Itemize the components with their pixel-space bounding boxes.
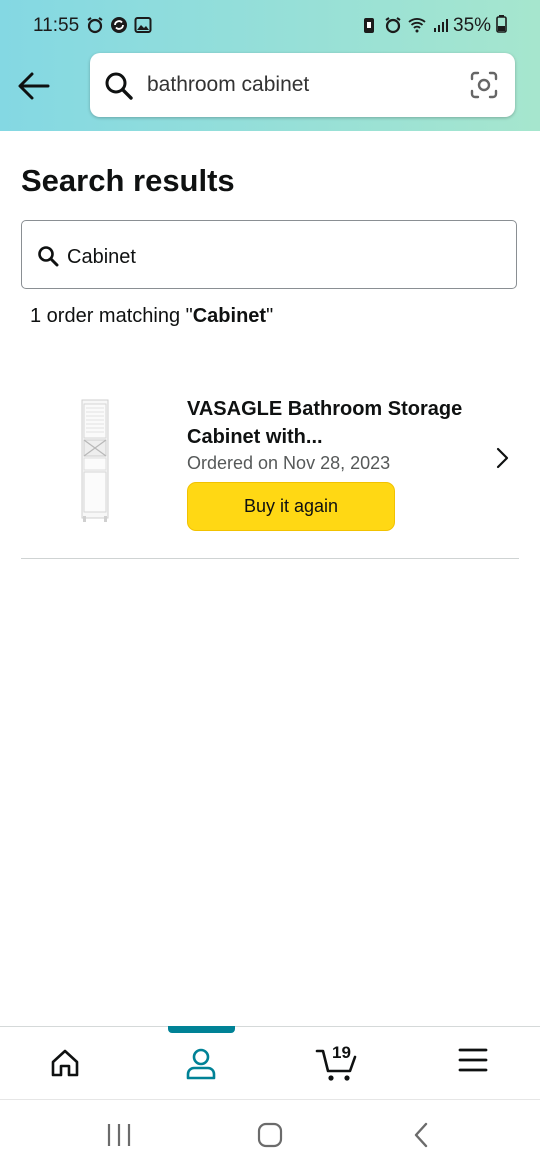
sync-app-icon bbox=[111, 17, 127, 33]
home-icon bbox=[51, 1049, 79, 1077]
wifi-icon bbox=[408, 18, 426, 33]
back-button-icon[interactable] bbox=[407, 1120, 437, 1150]
page-title: Search results bbox=[21, 163, 235, 198]
home-button-icon[interactable] bbox=[255, 1120, 285, 1150]
battery-level: 35% bbox=[453, 15, 508, 37]
order-search-field[interactable]: Cabinet bbox=[21, 220, 517, 289]
hamburger-menu-icon bbox=[458, 1048, 488, 1072]
status-notification-icons bbox=[86, 16, 152, 34]
divider bbox=[21, 558, 519, 559]
active-tab-indicator bbox=[168, 1026, 235, 1033]
match-count-text: 1 order matching "Cabinet" bbox=[30, 305, 273, 328]
product-title-line2: Cabinet with... bbox=[187, 426, 323, 448]
search-icon bbox=[105, 72, 133, 100]
nav-cart[interactable] bbox=[282, 1027, 392, 1099]
back-arrow-icon[interactable] bbox=[14, 68, 54, 104]
alarm-icon bbox=[87, 17, 103, 34]
signal-icon bbox=[434, 19, 448, 32]
match-prefix: 1 order matching " bbox=[30, 305, 193, 327]
bottom-navigation bbox=[0, 1026, 540, 1099]
recent-apps-icon[interactable] bbox=[104, 1120, 134, 1150]
search-icon bbox=[38, 246, 59, 267]
buy-it-again-button[interactable]: Buy it again bbox=[187, 482, 395, 531]
nav-menu[interactable] bbox=[418, 1027, 528, 1099]
search-bar[interactable]: bathroom cabinet bbox=[90, 53, 515, 117]
match-suffix: " bbox=[266, 305, 274, 327]
person-icon bbox=[186, 1048, 216, 1080]
product-title-line1: VASAGLE Bathroom Storage bbox=[187, 398, 463, 420]
battery-icon bbox=[496, 15, 508, 33]
nav-account[interactable] bbox=[146, 1027, 256, 1099]
image-icon bbox=[134, 17, 152, 33]
status-time: 11:55 bbox=[33, 15, 80, 36]
battery-saver-icon bbox=[364, 18, 374, 33]
status-system-icons bbox=[360, 16, 450, 34]
chevron-right-icon[interactable] bbox=[490, 446, 514, 470]
camera-search-icon[interactable] bbox=[469, 70, 499, 100]
nav-home[interactable] bbox=[10, 1027, 120, 1099]
order-list-item[interactable]: VASAGLE Bathroom Storage Cabinet with...… bbox=[0, 378, 540, 538]
cart-count-badge: 19 bbox=[332, 1043, 351, 1062]
battery-percent: 35% bbox=[453, 15, 492, 36]
order-date: Ordered on Nov 28, 2023 bbox=[187, 453, 391, 473]
status-bar: 11:55 35% bbox=[0, 0, 540, 52]
search-query[interactable]: bathroom cabinet bbox=[147, 73, 309, 97]
product-title[interactable]: VASAGLE Bathroom Storage Cabinet with... bbox=[187, 395, 487, 451]
system-navigation-bar bbox=[0, 1099, 540, 1171]
order-search-value[interactable]: Cabinet bbox=[67, 246, 136, 269]
alarm-icon bbox=[385, 17, 401, 34]
match-term: Cabinet bbox=[192, 305, 267, 327]
product-image[interactable] bbox=[70, 398, 120, 524]
